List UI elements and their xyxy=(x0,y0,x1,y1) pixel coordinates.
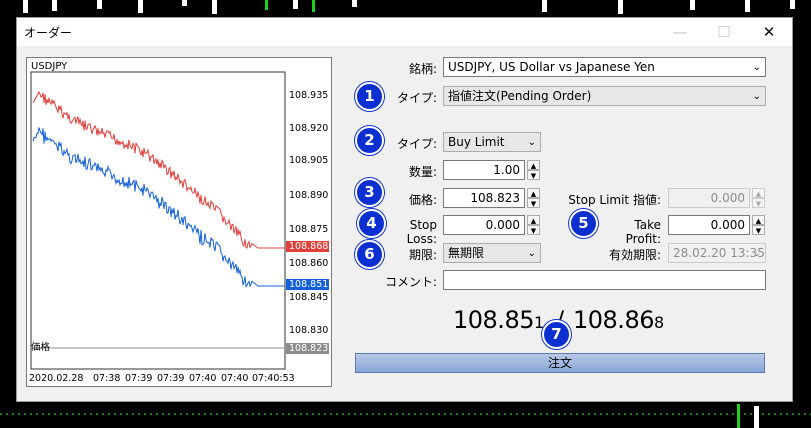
bg-candle xyxy=(138,0,143,13)
bg-candle xyxy=(618,0,623,14)
x-tick: 07:40:53 xyxy=(252,373,295,384)
expiry-date-picker: 28.02.20 13:35 ⌄ xyxy=(668,243,766,263)
bg-candle xyxy=(737,404,740,428)
order-type-select[interactable]: 指値注文(Pending Order) ⌄ xyxy=(443,86,766,106)
bg-candle xyxy=(212,0,217,14)
expiry-select[interactable]: 無期限 ⌄ xyxy=(443,243,541,263)
price-line-label: 価格 xyxy=(31,342,51,353)
ask-quote: 108.868 xyxy=(573,306,664,334)
ask-price-tag: 108.868 xyxy=(286,241,329,252)
expiry-label: 期限: xyxy=(408,248,437,262)
type2-label: タイプ: xyxy=(396,137,437,151)
badge-7: 7 xyxy=(542,320,571,349)
symbol-label: 銘柄: xyxy=(408,62,437,76)
bid-price-tag: 108.851 xyxy=(286,279,329,290)
chevron-down-icon: ⌄ xyxy=(527,137,536,148)
bg-candle xyxy=(690,0,695,10)
bg-candle xyxy=(52,0,57,11)
bg-candle xyxy=(182,0,187,6)
stop-limit-input: 0.000 xyxy=(668,188,750,208)
stop-loss-label: Stop Loss: xyxy=(406,218,437,246)
chart-symbol: USDJPY xyxy=(31,61,68,72)
symbol-select[interactable]: USDJPY, US Dollar vs Japanese Yen ⌄ xyxy=(443,57,766,77)
window-title: オーダー xyxy=(24,26,73,40)
bg-candle xyxy=(23,0,28,13)
chevron-down-icon: ⌄ xyxy=(527,248,536,259)
bg-candle xyxy=(352,0,357,7)
ask-quote-pip: 8 xyxy=(653,313,664,332)
type-label: タイプ: xyxy=(396,91,437,105)
volume-input[interactable]: 1.00 xyxy=(443,160,525,180)
y-tick: 108.920 xyxy=(289,123,329,134)
bg-candle xyxy=(97,0,102,9)
ask-quote-main: 108.86 xyxy=(573,306,654,334)
badge-5: 5 xyxy=(569,209,598,238)
volume-stepper[interactable]: ▲ ▼ xyxy=(527,160,540,180)
close-button[interactable]: ✕ xyxy=(746,18,792,46)
chevron-down-icon: ⌄ xyxy=(752,91,761,102)
stop-limit-label: Stop Limit 指値: xyxy=(568,193,661,207)
x-tick: 07:40 xyxy=(221,373,249,384)
chevron-down-icon: ⌄ xyxy=(752,62,761,73)
bg-candle xyxy=(265,0,268,10)
y-tick: 108.935 xyxy=(289,90,329,101)
price-input[interactable]: 108.823 xyxy=(443,188,525,208)
take-profit-stepper[interactable]: ▲ ▼ xyxy=(752,215,765,235)
bid-quote: 108.851 xyxy=(453,306,544,334)
stop-loss-stepper[interactable]: ▲ ▼ xyxy=(527,215,540,235)
y-tick: 108.845 xyxy=(289,292,329,303)
pending-type-select[interactable]: Buy Limit ⌄ xyxy=(443,132,541,152)
tick-chart: USDJPY 108.935 108.920 108.905 108.890 1… xyxy=(26,57,332,387)
bg-candle xyxy=(312,0,315,12)
bg-candle xyxy=(293,0,298,9)
stop-limit-stepper: ▲ ▼ xyxy=(752,188,765,208)
bg-candle xyxy=(790,0,795,9)
expiry-date-label: 有効期限: xyxy=(608,248,661,262)
order-button[interactable]: 注文 xyxy=(355,353,765,373)
y-tick: 108.905 xyxy=(289,155,329,166)
x-tick: 07:40 xyxy=(189,373,217,384)
volume-label: 数量: xyxy=(408,165,437,179)
x-tick: 2020.02.28 xyxy=(29,373,84,384)
x-tick: 07:39 xyxy=(157,373,185,384)
chevron-down-icon: ⌄ xyxy=(752,248,761,259)
title-bar: オーダー — ☐ ✕ xyxy=(17,18,792,46)
maximize-button: ☐ xyxy=(717,23,731,41)
bg-candle xyxy=(745,0,750,12)
bg-candle xyxy=(542,0,547,12)
order-dialog: オーダー — ☐ ✕ USDJPY 108.935 108.920 108.90… xyxy=(16,17,793,402)
symbol-select-value: USDJPY, US Dollar vs Japanese Yen xyxy=(448,60,655,74)
y-tick: 108.890 xyxy=(289,190,329,201)
comment-input[interactable] xyxy=(443,270,766,290)
stop-loss-input[interactable]: 0.000 xyxy=(443,215,525,235)
bid-quote-main: 108.85 xyxy=(453,306,534,334)
take-profit-input[interactable]: 0.000 xyxy=(668,215,750,235)
ask-line xyxy=(32,90,285,249)
price-stepper[interactable]: ▲ ▼ xyxy=(527,188,540,208)
minimize-button: — xyxy=(672,23,688,41)
x-tick: 07:38 xyxy=(93,373,121,384)
take-profit-label: Take Profit: xyxy=(625,218,661,246)
comment-label: コメント: xyxy=(384,275,437,289)
bg-candle xyxy=(754,406,759,428)
y-tick: 108.860 xyxy=(289,258,329,269)
pending-type-value: Buy Limit xyxy=(448,135,505,149)
bg-gridline xyxy=(0,413,811,415)
y-tick: 108.830 xyxy=(289,325,329,336)
x-tick: 07:39 xyxy=(125,373,153,384)
expiry-date-value: 28.02.20 13:35 xyxy=(673,246,765,260)
order-type-value: 指値注文(Pending Order) xyxy=(448,89,592,103)
y-tick: 108.875 xyxy=(289,224,329,235)
expiry-value: 無期限 xyxy=(448,246,485,260)
order-price-tag: 108.823 xyxy=(286,343,329,354)
price-label: 価格: xyxy=(408,193,437,207)
bid-line xyxy=(32,127,285,288)
tick-chart-plot xyxy=(30,71,286,370)
